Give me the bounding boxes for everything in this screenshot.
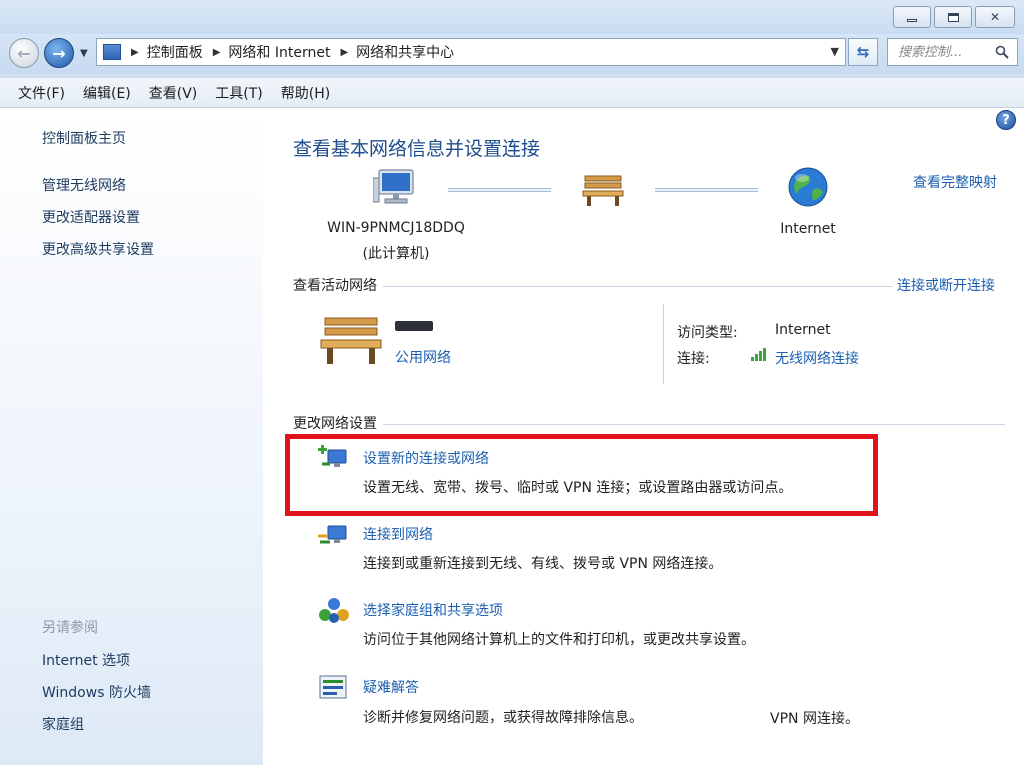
menu-tools[interactable]: 工具(T) — [207, 79, 270, 107]
control-panel-icon — [103, 44, 121, 60]
forward-button[interactable]: → — [44, 38, 74, 68]
menu-help[interactable]: 帮助(H) — [273, 79, 338, 107]
network-name-redacted — [395, 321, 433, 331]
search-input[interactable] — [898, 44, 996, 60]
network-type-link[interactable]: 公用网络 — [395, 347, 451, 367]
close-button[interactable]: ✕ — [975, 6, 1015, 28]
map-link-line — [448, 188, 551, 192]
setup-new-connection-desc: 设置无线、宽带、拨号、临时或 VPN 连接；或设置路由器或访问点。 — [363, 480, 793, 496]
navigation-bar: ← → ▼ ▶ 控制面板 ▶ 网络和 Internet ▶ 网络和共享中心 ▼ … — [0, 34, 1024, 74]
troubleshoot-icon[interactable] — [318, 674, 350, 702]
homegroup-link[interactable]: 家庭组 — [42, 714, 84, 734]
menu-edit[interactable]: 编辑(E) — [75, 79, 139, 107]
maximize-icon — [947, 12, 959, 22]
address-bar[interactable]: ▶ 控制面板 ▶ 网络和 Internet ▶ 网络和共享中心 ▼ — [96, 38, 846, 66]
map-link-line — [655, 188, 758, 192]
address-dropdown-icon[interactable]: ▼ — [831, 45, 839, 58]
connection-label: 连接: — [677, 351, 710, 367]
windows-firewall-link[interactable]: Windows 防火墙 — [42, 682, 151, 702]
back-button[interactable]: ← — [9, 38, 39, 68]
connect-to-network-link[interactable]: 连接到网络 — [363, 524, 433, 544]
section-divider — [293, 424, 1005, 425]
maximize-button[interactable] — [934, 6, 972, 28]
public-network-icon — [320, 317, 382, 364]
computer-name-label: WIN-9PNMCJ18DDQ — [327, 220, 465, 236]
connect-disconnect-link[interactable]: 连接或断开连接 — [897, 275, 995, 295]
homegroup-sharing-desc: 访问位于其他网络计算机上的文件和打印机，或更改共享设置。 — [363, 632, 755, 648]
this-computer-label: (此计算机) — [362, 246, 430, 262]
highlight-annotation — [285, 434, 878, 516]
search-box[interactable] — [887, 38, 1018, 66]
troubleshoot-desc: 诊断并修复网络问题，或获得故障排除信息。 — [363, 710, 643, 726]
connect-to-network-icon[interactable] — [318, 520, 350, 548]
left-pane: 控制面板主页 管理无线网络 更改适配器设置 更改高级共享设置 另请参阅 Inte… — [0, 108, 263, 765]
setup-new-connection-link[interactable]: 设置新的连接或网络 — [363, 448, 489, 468]
wireless-signal-icon — [751, 348, 771, 365]
homegroup-sharing-link[interactable]: 选择家庭组和共享选项 — [363, 600, 503, 620]
access-type-value: Internet — [775, 322, 831, 338]
explorer-window: ✕ ← → ▼ ▶ 控制面板 ▶ 网络和 Internet ▶ 网络和共享中心 … — [0, 0, 1024, 765]
breadcrumb-separator-icon[interactable]: ▶ — [213, 47, 221, 58]
refresh-icon: ⇆ — [856, 43, 870, 61]
search-icon[interactable] — [995, 45, 1009, 59]
see-also-heading: 另请参阅 — [42, 620, 98, 636]
menu-file[interactable]: 文件(F) — [10, 79, 73, 107]
vertical-divider — [663, 304, 664, 384]
forward-arrow-icon: → — [52, 43, 66, 63]
change-advanced-sharing-link[interactable]: 更改高级共享设置 — [42, 239, 154, 259]
back-arrow-icon: ← — [17, 43, 31, 63]
manage-wireless-networks-link[interactable]: 管理无线网络 — [42, 175, 126, 195]
menu-bar: 文件(F) 编辑(E) 查看(V) 工具(T) 帮助(H) — [0, 78, 1024, 108]
wireless-connection-link[interactable]: 无线网络连接 — [775, 348, 859, 368]
minimize-button[interactable] — [893, 6, 931, 28]
minimize-icon — [907, 18, 917, 22]
homegroup-sharing-icon[interactable] — [318, 596, 350, 624]
breadcrumb-separator-icon[interactable]: ▶ — [131, 47, 139, 58]
close-icon: ✕ — [989, 10, 1001, 24]
access-type-label: 访问类型: — [677, 325, 738, 341]
breadcrumb-control-panel[interactable]: 控制面板 — [147, 42, 203, 62]
internet-options-link[interactable]: Internet 选项 — [42, 650, 130, 670]
control-panel-home-link[interactable]: 控制面板主页 — [42, 128, 126, 148]
change-adapter-settings-link[interactable]: 更改适配器设置 — [42, 207, 140, 227]
main-pane: ? 查看基本网络信息并设置连接 查看完整映射 WIN-9PNMCJ18DDQ ( — [263, 108, 1024, 765]
section-divider — [293, 286, 893, 287]
view-full-map-link[interactable]: 查看完整映射 — [913, 172, 997, 192]
change-settings-heading: 更改网络设置 — [293, 413, 383, 433]
title-bar: ✕ — [0, 0, 1024, 34]
refresh-button[interactable]: ⇆ — [848, 38, 878, 66]
internet-label: Internet — [780, 221, 836, 237]
breadcrumb-network-internet[interactable]: 网络和 Internet — [228, 42, 330, 62]
breadcrumb-separator-icon[interactable]: ▶ — [340, 47, 348, 58]
active-networks-heading: 查看活动网络 — [293, 275, 383, 295]
internet-globe-icon[interactable] — [787, 166, 829, 208]
overlapping-text: VPN 网连接。 — [770, 711, 859, 727]
breadcrumb-network-sharing-center[interactable]: 网络和共享中心 — [356, 42, 454, 62]
page-title: 查看基本网络信息并设置连接 — [293, 138, 541, 160]
troubleshoot-link[interactable]: 疑难解答 — [363, 677, 419, 697]
computer-icon[interactable] — [373, 166, 419, 208]
public-network-bench-icon[interactable] — [581, 172, 625, 208]
new-connection-icon[interactable] — [318, 444, 350, 472]
recent-pages-dropdown[interactable]: ▼ — [80, 48, 88, 59]
connect-to-network-desc: 连接到或重新连接到无线、有线、拨号或 VPN 网络连接。 — [363, 556, 723, 572]
help-icon[interactable]: ? — [996, 110, 1016, 130]
menu-view[interactable]: 查看(V) — [141, 79, 206, 107]
